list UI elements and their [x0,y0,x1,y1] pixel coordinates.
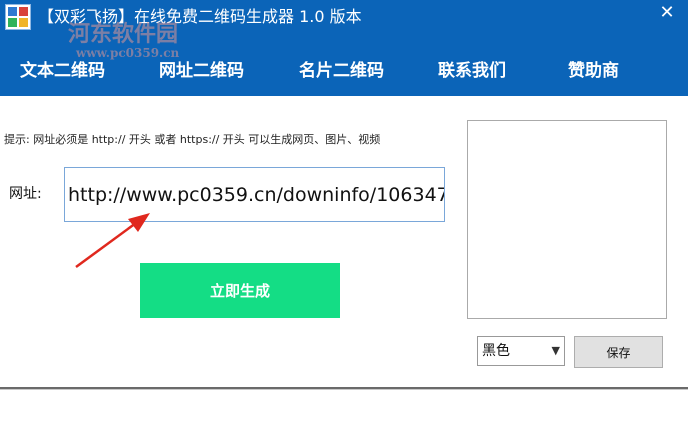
qr-preview-area [467,120,667,319]
color-select-value: 黑色 [482,343,510,359]
app-logo-icon [5,4,31,30]
color-select[interactable]: 黑色 ▼ [477,336,565,366]
nav-text-qrcode[interactable]: 文本二维码 [20,56,105,86]
chevron-down-icon: ▼ [551,344,560,357]
main-nav: 文本二维码 网址二维码 名片二维码 联系我们 赞助商 [0,56,688,86]
save-button[interactable]: 保存 [574,336,663,368]
nav-sponsor[interactable]: 赞助商 [568,56,619,86]
url-label: 网址: [9,186,42,202]
divider-shadow [0,389,688,390]
nav-contact-us[interactable]: 联系我们 [438,56,506,86]
close-icon[interactable]: ✕ [656,2,678,24]
title-header-bar: 【双彩飞扬】在线免费二维码生成器 1.0 版本 河东软件园 www.pc0359… [0,0,688,96]
window-title: 【双彩飞扬】在线免费二维码生成器 1.0 版本 [38,7,362,26]
url-hint-text: 提示: 网址必须是 http:// 开头 或者 https:// 开头 可以生成… [4,133,381,146]
generate-button[interactable]: 立即生成 [140,263,340,318]
nav-card-qrcode[interactable]: 名片二维码 [299,56,384,86]
nav-url-qrcode[interactable]: 网址二维码 [159,56,244,86]
